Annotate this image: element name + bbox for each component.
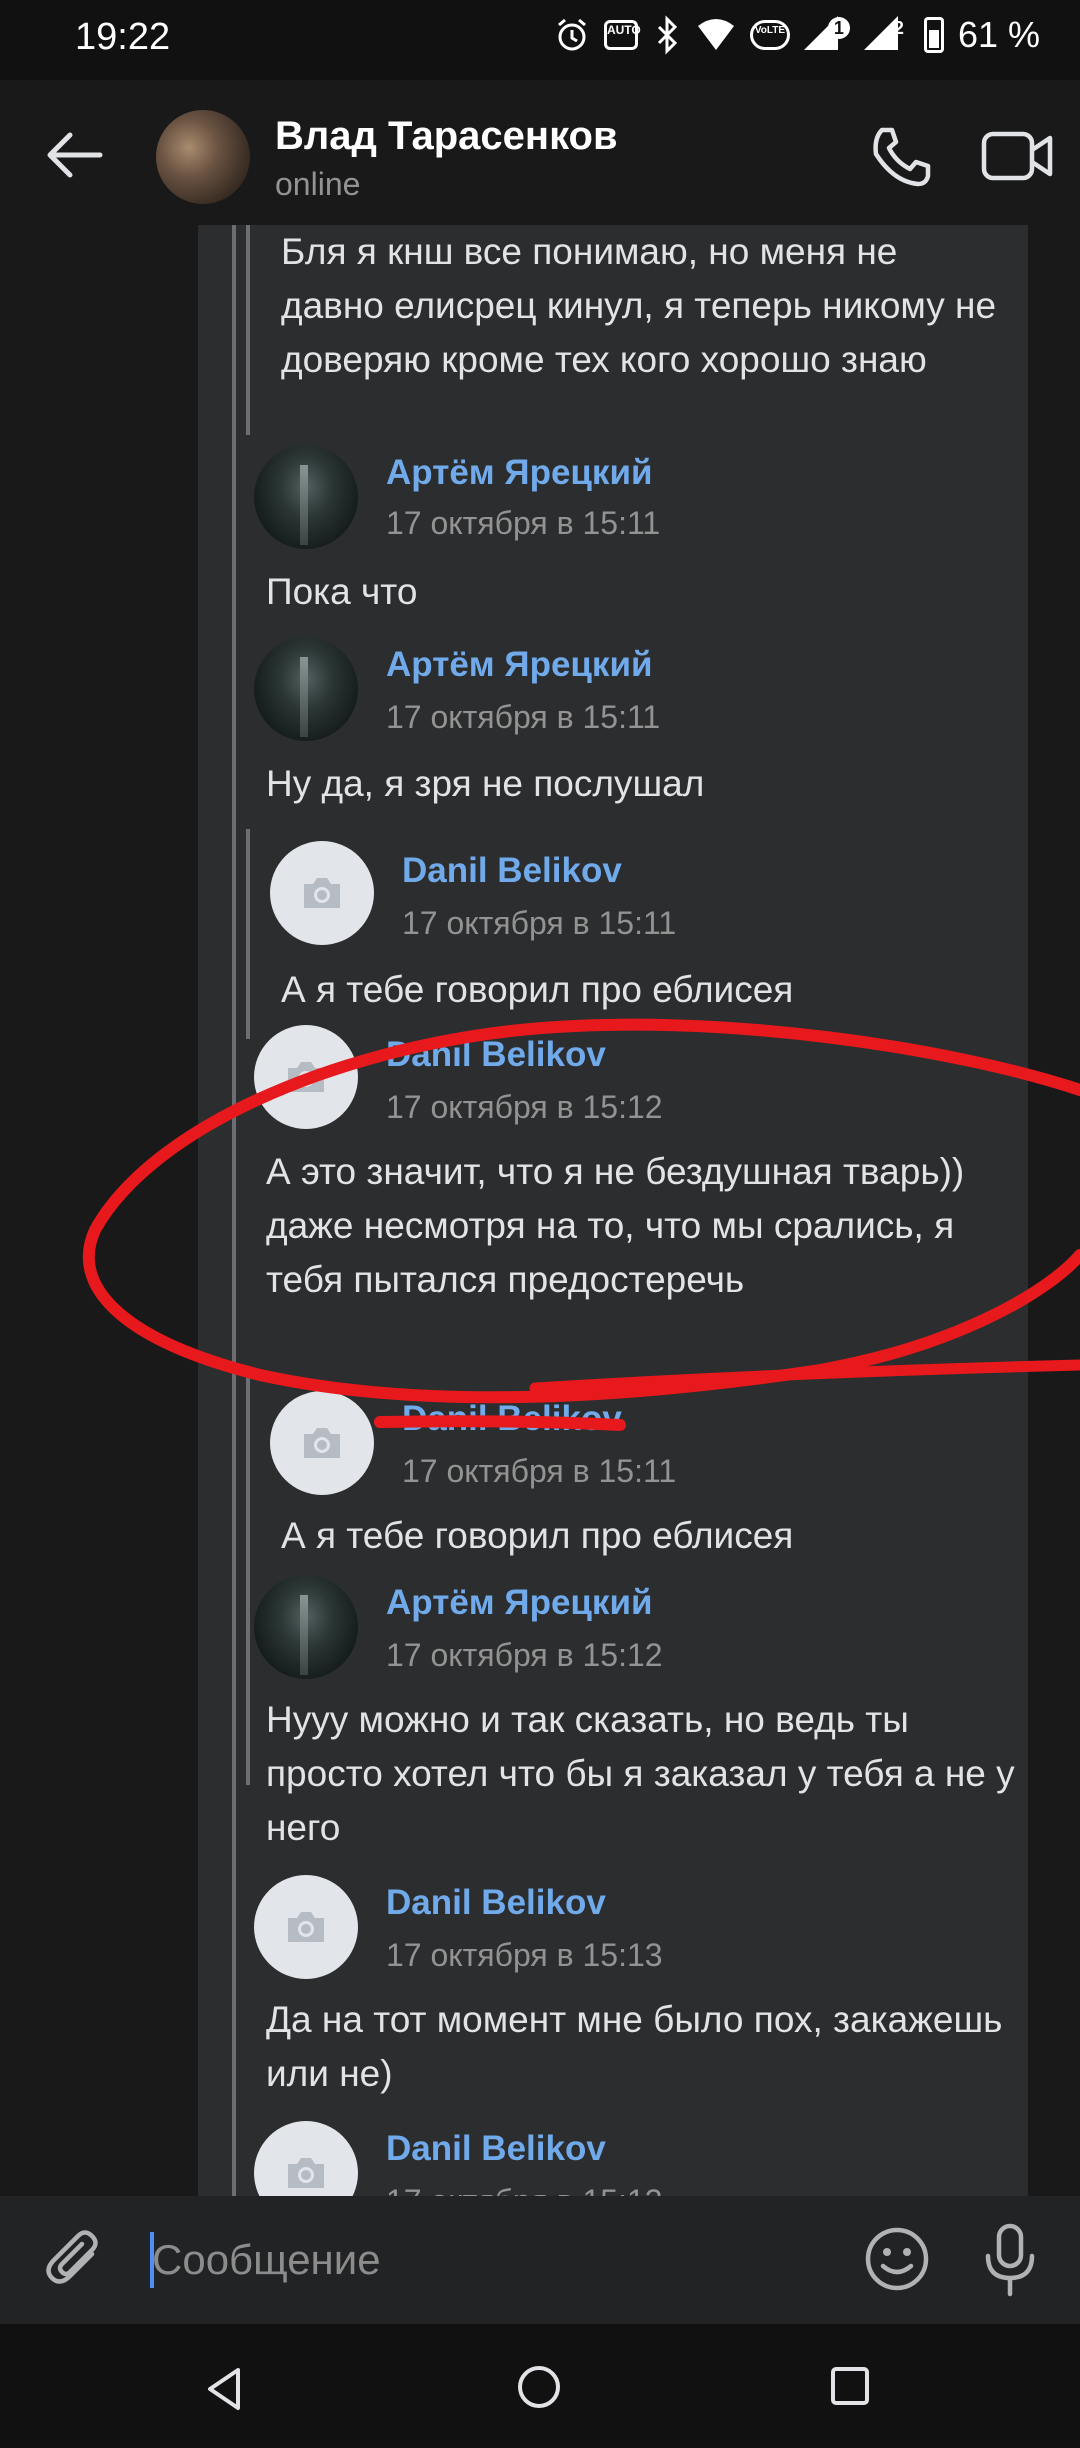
contact-name[interactable]: Влад Тарасенков xyxy=(275,114,618,159)
message-author[interactable]: Danil Belikov xyxy=(386,1035,606,1075)
chat-header: Влад Тарасенков online xyxy=(0,80,1080,225)
contact-avatar[interactable] xyxy=(156,110,250,204)
message-text: Нууу можно и так сказать, но ведь ты про… xyxy=(266,1699,1015,1848)
alarm-icon xyxy=(557,18,586,51)
nav-home-icon[interactable] xyxy=(514,2362,564,2412)
message-composer xyxy=(0,2196,1080,2324)
message-author[interactable]: Danil Belikov xyxy=(386,2129,606,2169)
message-text: Ну да, я зря не послушал xyxy=(266,763,705,804)
camera-icon xyxy=(288,1062,324,1092)
message-date: 17 октября в 15:11 xyxy=(402,905,677,941)
avatar[interactable] xyxy=(254,1575,358,1679)
message-date: 17 октября в 15:12 xyxy=(386,1637,663,1673)
sim1-badge: 1 xyxy=(827,16,850,39)
message-author[interactable]: Артём Ярецкий xyxy=(386,453,652,493)
sim2-badge: 2 xyxy=(893,17,904,38)
message-text: Бля я кнш все понимаю, но меня не давно … xyxy=(281,231,997,380)
forward-bar-nested xyxy=(246,225,250,435)
phone-icon[interactable] xyxy=(868,124,934,190)
status-bar: 19:22 AUTO VoLTE 1 2 61 % xyxy=(0,0,1080,80)
emoji-icon[interactable] xyxy=(862,2224,932,2294)
message-text: Да на тот момент мне было пох, закажешь … xyxy=(266,1999,1003,2094)
video-call-icon[interactable] xyxy=(980,126,1056,186)
message-date: 17 октября в 15:11 xyxy=(402,1453,677,1489)
auto-brightness-icon: AUTO xyxy=(603,20,641,50)
message-text: А я тебе говорил про еблисея xyxy=(281,969,794,1010)
wifi-icon xyxy=(697,19,734,50)
battery-icon xyxy=(923,17,944,53)
microphone-icon[interactable] xyxy=(980,2222,1040,2298)
message-input[interactable] xyxy=(152,2222,802,2298)
message-author[interactable]: Danil Belikov xyxy=(386,1883,606,1923)
nav-recent-icon[interactable] xyxy=(828,2364,872,2408)
volte-icon: VoLTE xyxy=(749,20,790,50)
message-author[interactable]: Danil Belikov xyxy=(402,851,622,891)
nav-back-icon[interactable] xyxy=(200,2364,250,2414)
chat-screen: 19:22 AUTO VoLTE 1 2 61 % Влад Тарасенко… xyxy=(0,0,1080,2448)
paperclip-icon[interactable] xyxy=(42,2226,108,2292)
avatar[interactable] xyxy=(254,1875,358,1979)
contact-status: online xyxy=(275,166,361,202)
forward-bar-nested xyxy=(246,829,250,1039)
message-author[interactable]: Danil Belikov xyxy=(402,1399,622,1439)
status-time: 19:22 xyxy=(75,16,171,58)
avatar[interactable] xyxy=(254,1025,358,1129)
back-arrow-icon[interactable] xyxy=(40,120,110,190)
message-author[interactable]: Артём Ярецкий xyxy=(386,645,652,685)
signal-icon: 2 xyxy=(863,15,910,55)
system-nav-bar xyxy=(0,2324,1080,2448)
forward-bar xyxy=(232,225,236,2200)
bluetooth-icon xyxy=(657,15,678,55)
message-date: 17 октября в 15:11 xyxy=(386,699,661,735)
message-list[interactable]: Бля я кнш все понимаю, но меня не давно … xyxy=(0,225,1080,2225)
camera-icon xyxy=(304,1428,340,1458)
avatar[interactable] xyxy=(254,637,358,741)
camera-icon xyxy=(304,878,340,908)
message-text: Пока что xyxy=(266,571,418,612)
forward-bar-nested xyxy=(246,1375,250,1785)
avatar[interactable] xyxy=(270,1391,374,1495)
status-icons: AUTO VoLTE 1 2 61 % xyxy=(554,14,1040,56)
battery-percent: 61 % xyxy=(957,14,1040,55)
message-date: 17 октября в 15:11 xyxy=(386,505,661,541)
camera-icon xyxy=(288,2158,324,2188)
message-date: 17 октября в 15:12 xyxy=(386,1089,663,1125)
message-text: А я тебе говорил про еблисея xyxy=(281,1515,794,1556)
avatar[interactable] xyxy=(270,841,374,945)
message-date: 17 октября в 15:13 xyxy=(386,1937,663,1973)
message-text: А это значит, что я не бездушная тварь))… xyxy=(266,1151,965,1300)
avatar[interactable] xyxy=(254,445,358,549)
signal-icon: 1 xyxy=(803,15,850,55)
message-author[interactable]: Артём Ярецкий xyxy=(386,1583,652,1623)
camera-icon xyxy=(288,1912,324,1942)
